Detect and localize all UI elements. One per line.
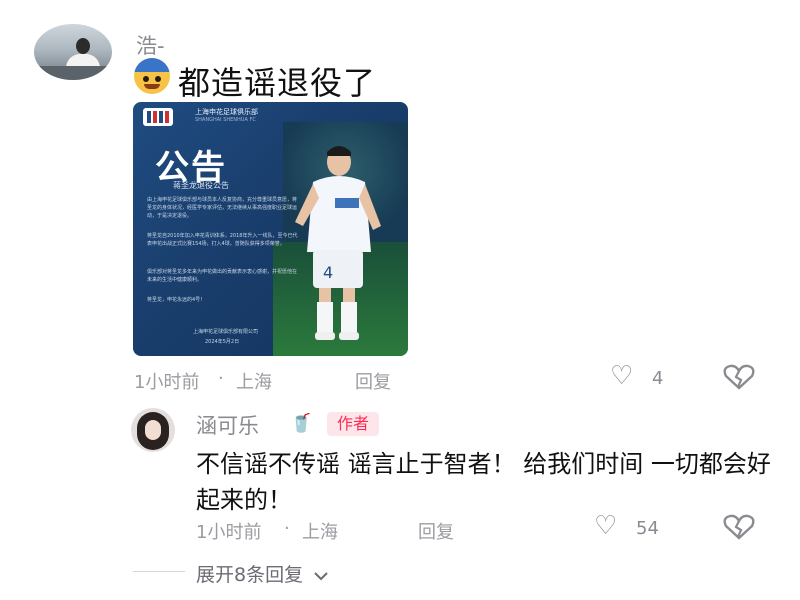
club-logo: [143, 108, 173, 126]
comment-location: 上海: [236, 372, 272, 393]
avatar[interactable]: [131, 408, 175, 452]
comment-time: 1小时前: [134, 372, 200, 393]
comment-author-name[interactable]: 浩-: [136, 30, 165, 60]
helmet-face-emoji-icon: [134, 58, 170, 94]
expand-replies-label: 展开8条回复: [196, 564, 304, 586]
like-count: 4: [652, 368, 664, 389]
reply-button[interactable]: 回复: [355, 368, 391, 394]
attached-image[interactable]: 上海申花足球俱乐部 SHANGHAI SHENHUA FC 公告 蒋圣龙退役公告…: [133, 102, 408, 356]
avatar[interactable]: [34, 24, 112, 80]
comment-text: 都造谣退役了: [178, 64, 377, 102]
announcement-subtitle: 蒋圣龙退役公告: [173, 181, 229, 190]
expand-replies-button[interactable]: 展开8条回复: [196, 560, 329, 587]
broken-heart-icon[interactable]: [723, 513, 755, 541]
announcement-paragraph: 俱乐部对蒋圣龙多年来为申花做出的贡献表示衷心感谢，并祝愿他在未来的生活中健康顺利…: [147, 269, 298, 283]
broken-heart-icon[interactable]: [723, 363, 755, 391]
announcement-paragraph: 蒋圣龙自2010年加入申花青训体系，2018年升入一线队，至今已代表申花出战正式…: [147, 233, 298, 247]
reply-button[interactable]: 回复: [418, 518, 454, 544]
heart-icon[interactable]: ♡: [610, 361, 633, 391]
club-name: 上海申花足球俱乐部: [195, 108, 258, 116]
heart-icon[interactable]: ♡: [594, 511, 617, 541]
svg-text:4: 4: [323, 263, 333, 282]
author-badge: 作者: [327, 412, 379, 436]
announcement-paragraph: 由上海申花足球俱乐部与球员本人反复协商，充分尊重球员意愿，蒋圣龙的身体状况，经医…: [147, 197, 298, 219]
club-name-en: SHANGHAI SHENHUA FC: [195, 117, 256, 123]
divider: [133, 571, 185, 572]
meta-separator: ·: [218, 368, 224, 389]
like-count: 54: [636, 518, 659, 539]
drink-cup-emoji-icon: 🥤: [290, 413, 313, 434]
comment-text: 不信谣不传谣 谣言止于智者！ 给我们时间 一切都会好起来的！: [196, 450, 771, 514]
announcement-paragraph: 蒋圣龙，申花永远的4号！: [147, 297, 206, 303]
meta-separator: ·: [284, 518, 290, 539]
comment-time: 1小时前: [196, 522, 262, 543]
announcement-footer-org: 上海申花足球俱乐部有限公司: [193, 329, 259, 335]
comment-location: 上海: [302, 522, 338, 543]
player-figure: 4: [295, 146, 381, 340]
announcement-footer-date: 2024年5月2日: [205, 339, 240, 345]
comment-author-name[interactable]: 涵可乐: [196, 410, 259, 440]
chevron-down-icon: [314, 571, 328, 580]
